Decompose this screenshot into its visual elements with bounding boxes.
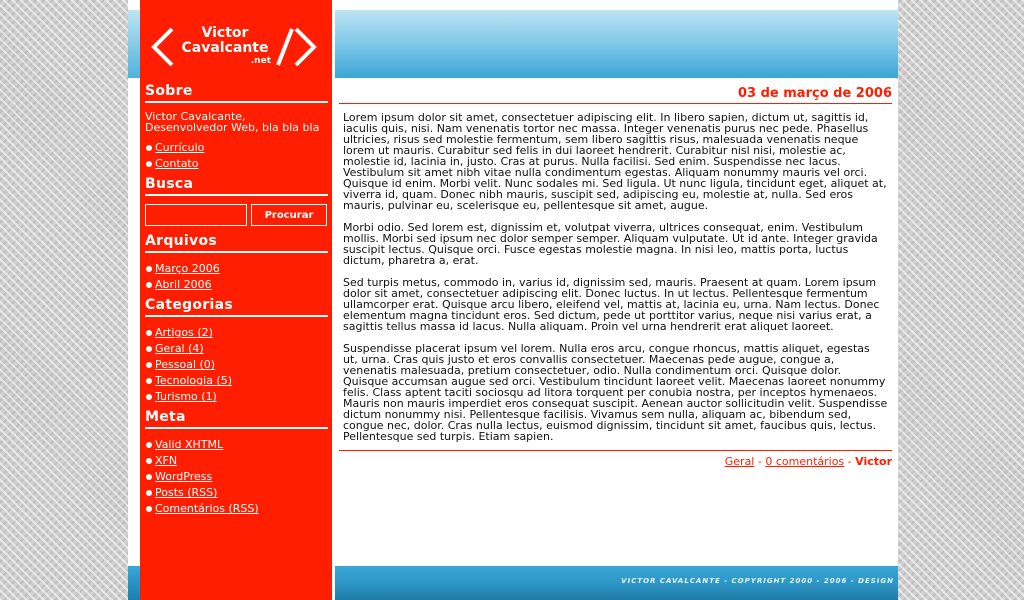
categorias-links: Artigos (2) Geral (4) Pessoal (0) Tecnol… — [145, 325, 328, 405]
link-category-geral[interactable]: Geral (4) — [155, 342, 204, 355]
header-banner — [335, 10, 898, 78]
logo-left-chevron-icon — [151, 27, 174, 67]
bullet-icon — [146, 145, 152, 151]
bullet-icon — [146, 490, 152, 496]
link-xfn[interactable]: XFN — [155, 454, 177, 467]
list-item: WordPress — [145, 469, 328, 485]
search-form: Procurar — [145, 204, 328, 226]
footer-copyright: VICTOR CAVALCANTE - COPYRIGHT 2000 - 200… — [621, 577, 894, 585]
site-logo[interactable]: Victor Cavalcante .net — [140, 0, 332, 82]
logo-text: Victor Cavalcante .net — [175, 25, 275, 67]
list-item: Comentários (RSS) — [145, 501, 328, 517]
section-sobre: Sobre Victor Cavalcante, Desenvolvedor W… — [145, 82, 328, 172]
bullet-icon — [146, 394, 152, 400]
list-item: Pessoal (0) — [145, 357, 328, 373]
list-item: Abril 2006 — [145, 277, 328, 293]
heading-meta: Meta — [145, 408, 328, 429]
link-category-turismo[interactable]: Turismo (1) — [155, 390, 217, 403]
post-category-link[interactable]: Geral — [725, 455, 755, 468]
list-item: Currículo — [145, 140, 328, 156]
blog-post: 03 de março de 2006 Lorem ipsum dolor si… — [339, 84, 892, 470]
bullet-icon — [146, 458, 152, 464]
search-input[interactable] — [145, 204, 247, 226]
list-item: Turismo (1) — [145, 389, 328, 405]
section-categorias: Categorias Artigos (2) Geral (4) Pessoal… — [145, 296, 328, 405]
post-paragraph: Morbi odio. Sed lorem est, dignissim et,… — [343, 221, 878, 267]
bullet-icon — [146, 474, 152, 480]
logo-line-3: .net — [250, 56, 271, 66]
search-button[interactable]: Procurar — [251, 204, 327, 226]
meta-links: Valid XHTML XFN WordPress Posts (RSS) Co… — [145, 437, 328, 517]
list-item: Tecnologia (5) — [145, 373, 328, 389]
link-archive-marco-2006[interactable]: Março 2006 — [155, 262, 220, 275]
logo-right-chevron-icon — [294, 27, 317, 67]
post-author: Victor — [855, 455, 892, 468]
list-item: Artigos (2) — [145, 325, 328, 341]
post-comments-link[interactable]: 0 comentários — [765, 455, 844, 468]
bullet-icon — [146, 506, 152, 512]
left-strip-bottom — [128, 566, 140, 600]
list-item: Posts (RSS) — [145, 485, 328, 501]
bullet-icon — [146, 282, 152, 288]
post-body: Lorem ipsum dolor sit amet, consectetuer… — [339, 104, 892, 442]
bullet-icon — [146, 442, 152, 448]
post-footer-separator: - — [754, 455, 766, 468]
heading-categorias: Categorias — [145, 296, 328, 317]
bullet-icon — [146, 346, 152, 352]
sobre-links: Currículo Contato — [145, 140, 328, 172]
left-strip-top — [128, 10, 140, 78]
sidebar: Victor Cavalcante .net Sobre Victor Cava… — [140, 0, 332, 600]
link-category-pessoal[interactable]: Pessoal (0) — [155, 358, 215, 371]
bullet-icon — [146, 362, 152, 368]
bullet-icon — [146, 266, 152, 272]
link-valid-xhtml[interactable]: Valid XHTML — [155, 438, 223, 451]
footer-bar: VICTOR CAVALCANTE - COPYRIGHT 2000 - 200… — [335, 566, 898, 600]
logo-line-2: Cavalcante — [181, 40, 269, 56]
post-paragraph: Lorem ipsum dolor sit amet, consectetuer… — [343, 111, 887, 212]
main-content: 03 de março de 2006 Lorem ipsum dolor si… — [335, 0, 898, 600]
heading-arquivos: Arquivos — [145, 232, 328, 253]
logo-line-1: Victor — [201, 25, 249, 41]
link-comments-rss[interactable]: Comentários (RSS) — [155, 502, 259, 515]
bullet-icon — [146, 161, 152, 167]
section-meta: Meta Valid XHTML XFN WordPress Posts (RS… — [145, 408, 328, 517]
link-wordpress[interactable]: WordPress — [155, 470, 212, 483]
post-date: 03 de março de 2006 — [339, 84, 892, 104]
heading-busca: Busca — [145, 175, 328, 196]
bullet-icon — [146, 330, 152, 336]
link-archive-abril-2006[interactable]: Abril 2006 — [155, 278, 212, 291]
list-item: XFN — [145, 453, 328, 469]
left-decor-strip — [128, 0, 140, 600]
link-contato[interactable]: Contato — [155, 157, 198, 170]
link-category-tecnologia[interactable]: Tecnologia (5) — [155, 374, 232, 387]
post-footer-separator: - — [844, 455, 856, 468]
post-paragraph: Suspendisse placerat ipsum vel lorem. Nu… — [343, 342, 888, 443]
section-busca: Busca Procurar — [145, 175, 328, 226]
link-posts-rss[interactable]: Posts (RSS) — [155, 486, 217, 499]
arquivos-links: Março 2006 Abril 2006 — [145, 261, 328, 293]
link-category-artigos[interactable]: Artigos (2) — [155, 326, 213, 339]
section-arquivos: Arquivos Março 2006 Abril 2006 — [145, 232, 328, 293]
list-item: Março 2006 — [145, 261, 328, 277]
heading-sobre: Sobre — [145, 82, 328, 103]
list-item: Contato — [145, 156, 328, 172]
bullet-icon — [146, 378, 152, 384]
list-item: Geral (4) — [145, 341, 328, 357]
post-paragraph: Sed turpis metus, commodo in, varius id,… — [343, 276, 880, 333]
sobre-text: Victor Cavalcante, Desenvolvedor Web, bl… — [145, 110, 320, 134]
page: Victor Cavalcante .net Sobre Victor Cava… — [128, 0, 898, 600]
link-curriculo[interactable]: Currículo — [155, 141, 204, 154]
post-footer: Geral - 0 comentários - Victor — [339, 450, 892, 470]
list-item: Valid XHTML — [145, 437, 328, 453]
